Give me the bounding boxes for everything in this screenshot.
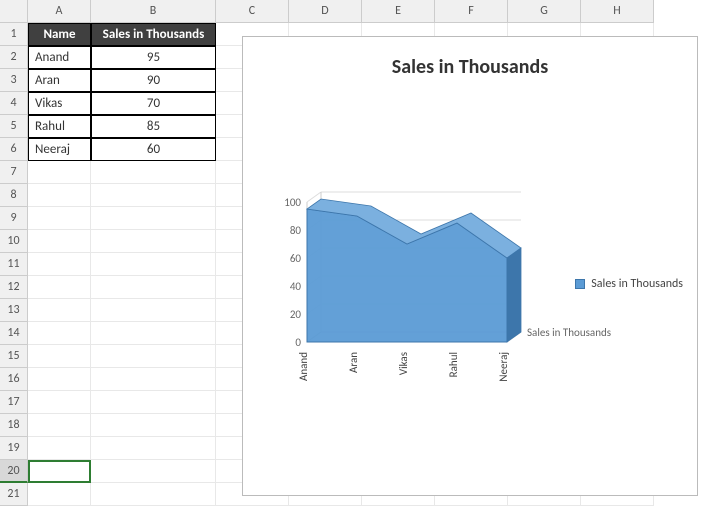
col-header-F[interactable]: F: [435, 0, 508, 23]
chart-title: Sales in Thousands: [243, 37, 697, 89]
cell[interactable]: [28, 391, 91, 414]
row-header-10[interactable]: 10: [0, 230, 28, 253]
row-header-14[interactable]: 14: [0, 322, 28, 345]
data-value-cell: 90: [91, 69, 216, 92]
cell[interactable]: [28, 161, 91, 184]
svg-text:20: 20: [290, 308, 302, 321]
cell[interactable]: [91, 207, 216, 230]
cell[interactable]: [28, 322, 91, 345]
col-header-D[interactable]: D: [289, 0, 362, 23]
cell[interactable]: [91, 299, 216, 322]
data-name-cell: Aran: [28, 69, 91, 92]
cell[interactable]: [91, 483, 216, 506]
cell[interactable]: [91, 437, 216, 460]
cell[interactable]: [28, 483, 91, 506]
row-header-17[interactable]: 17: [0, 391, 28, 414]
corner-cell[interactable]: [0, 0, 28, 23]
svg-text:0: 0: [295, 336, 301, 349]
row-header-9[interactable]: 9: [0, 207, 28, 230]
row-header-4[interactable]: 4: [0, 92, 28, 115]
cell[interactable]: [91, 345, 216, 368]
cell[interactable]: [28, 299, 91, 322]
cell[interactable]: [28, 437, 91, 460]
row-header-13[interactable]: 13: [0, 299, 28, 322]
col-header-G[interactable]: G: [508, 0, 581, 23]
cell[interactable]: [91, 322, 216, 345]
svg-text:Anand: Anand: [297, 352, 310, 381]
svg-text:60: 60: [290, 252, 302, 265]
row-header-7[interactable]: 7: [0, 161, 28, 184]
cell[interactable]: [28, 368, 91, 391]
svg-text:Vikas: Vikas: [397, 352, 410, 375]
header-sales: Sales in Thousands: [91, 23, 216, 46]
cell[interactable]: [28, 253, 91, 276]
svg-text:40: 40: [290, 280, 302, 293]
cell[interactable]: [91, 276, 216, 299]
cell[interactable]: [28, 414, 91, 437]
row-header-16[interactable]: 16: [0, 368, 28, 391]
data-value-cell: 85: [91, 115, 216, 138]
svg-text:Rahul: Rahul: [447, 352, 460, 377]
cell[interactable]: [91, 184, 216, 207]
row-header-1[interactable]: 1: [0, 23, 28, 46]
cell[interactable]: [91, 253, 216, 276]
cell[interactable]: [28, 207, 91, 230]
data-value-cell: 60: [91, 138, 216, 161]
row-header-12[interactable]: 12: [0, 276, 28, 299]
row-header-8[interactable]: 8: [0, 184, 28, 207]
col-header-A[interactable]: A: [28, 0, 91, 23]
legend-swatch-icon: [575, 279, 585, 289]
col-header-H[interactable]: H: [581, 0, 654, 23]
data-name-cell: Rahul: [28, 115, 91, 138]
cell[interactable]: [91, 414, 216, 437]
svg-text:Neeraj: Neeraj: [497, 352, 510, 382]
data-name-cell: Neeraj: [28, 138, 91, 161]
cell[interactable]: [91, 391, 216, 414]
header-name: Name: [28, 23, 91, 46]
data-value-cell: 70: [91, 92, 216, 115]
row-header-5[interactable]: 5: [0, 115, 28, 138]
cell[interactable]: [91, 460, 216, 483]
svg-text:100: 100: [284, 196, 301, 209]
row-header-15[interactable]: 15: [0, 345, 28, 368]
chart-container[interactable]: Sales in Thousands 0 20 40 60 80 100 Anand Aran…: [242, 36, 698, 496]
cell[interactable]: [28, 276, 91, 299]
svg-text:Aran: Aran: [347, 352, 360, 373]
selected-cell[interactable]: [28, 460, 91, 483]
svg-text:Sales in Thousands: Sales in Thousands: [527, 326, 611, 339]
row-header-11[interactable]: 11: [0, 253, 28, 276]
chart-legend: Sales in Thousands: [575, 277, 683, 291]
col-header-C[interactable]: C: [216, 0, 289, 23]
row-header-21[interactable]: 21: [0, 483, 28, 506]
row-header-6[interactable]: 6: [0, 138, 28, 161]
cell[interactable]: [91, 161, 216, 184]
row-header-20[interactable]: 20: [0, 460, 28, 483]
data-name-cell: Anand: [28, 46, 91, 69]
svg-text:80: 80: [290, 224, 302, 237]
cell[interactable]: [28, 230, 91, 253]
data-value-cell: 95: [91, 46, 216, 69]
cell[interactable]: [91, 230, 216, 253]
data-name-cell: Vikas: [28, 92, 91, 115]
cell[interactable]: [91, 368, 216, 391]
row-header-2[interactable]: 2: [0, 46, 28, 69]
chart-plot-area: 020406080100AnandAranVikasRahulNeerajSal…: [273, 192, 513, 372]
row-header-19[interactable]: 19: [0, 437, 28, 460]
chart-svg: 020406080100AnandAranVikasRahulNeerajSal…: [273, 192, 513, 372]
cell[interactable]: [28, 184, 91, 207]
row-header-18[interactable]: 18: [0, 414, 28, 437]
row-header-3[interactable]: 3: [0, 69, 28, 92]
cell[interactable]: [28, 345, 91, 368]
col-header-E[interactable]: E: [362, 0, 435, 23]
legend-label: Sales in Thousands: [591, 277, 683, 291]
col-header-B[interactable]: B: [91, 0, 216, 23]
